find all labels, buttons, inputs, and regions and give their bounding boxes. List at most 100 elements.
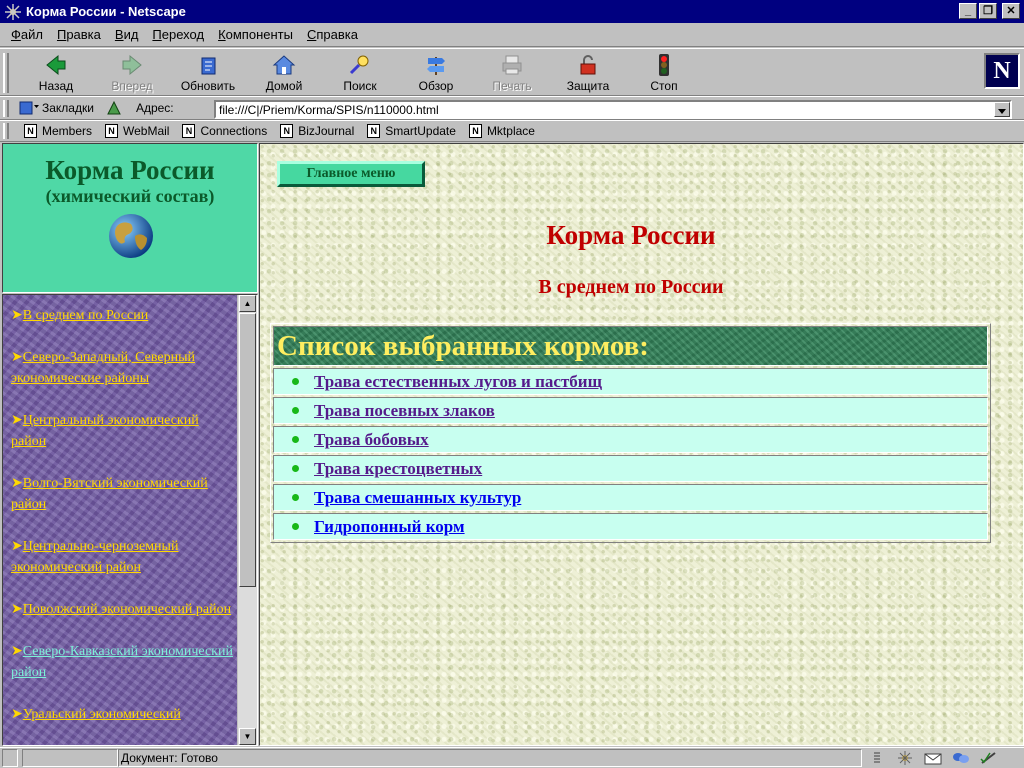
bookmark-bizjournal[interactable]: N BizJournal [280,124,354,138]
bookmark-webmail[interactable]: N WebMail [105,124,169,138]
bookmark-mktplace[interactable]: N Mktplace [468,124,535,138]
feed-link-sown-grasses[interactable]: Трава посевных злаков [314,401,495,421]
status-text: Документ: Готово [118,749,862,767]
mail-icon[interactable] [922,750,944,766]
scroll-thumb[interactable] [239,313,256,587]
bullet-icon [292,407,299,414]
navigation-toolbar: Назад Вперед Обновить Домой Поиск Обзор … [0,48,1024,96]
menu-communicator[interactable]: Компоненты [211,27,300,42]
netscape-app-icon[interactable] [4,3,22,21]
forward-arrow-icon [120,53,144,77]
page-title: Корма России [546,220,716,250]
address-url: file:///C|/Priem/Korma/SPIS/n110000.html [219,103,439,117]
main-menu-button[interactable]: Главное меню [277,161,425,187]
feed-row: Гидропонный корм [273,513,988,540]
home-button[interactable]: Домой [246,51,322,95]
back-button[interactable]: Назад [18,51,94,95]
arrow-bullet-icon: ➤ [11,476,23,491]
netscape-bookmark-icon: N [468,124,482,138]
main-content-frame: Главное меню Корма России В среднем по Р… [259,143,1024,746]
close-button[interactable]: ✕ [1002,3,1020,19]
arrow-bullet-icon: ➤ [11,413,23,428]
reload-icon [196,53,220,77]
search-button[interactable]: Поиск [322,51,398,95]
bookmark-members[interactable]: N Members [24,124,92,138]
bullet-icon [292,494,299,501]
feed-row: Трава посевных злаков [273,397,988,424]
bookmarks-button[interactable]: Закладки [42,101,94,115]
feed-link-mixed-crops[interactable]: Трава смешанных культур [314,488,521,508]
menu-go[interactable]: Переход [145,27,211,42]
browser-content: Корма России (химический состав) ➤В сред… [0,143,1024,746]
restore-icon: ❐ [983,4,993,17]
personal-toolbar: N Members N WebMail N Connections N BizJourn… [0,120,1024,142]
toolbar-grip[interactable] [3,53,9,93]
nav-link-volga-vyatka[interactable]: ➤Волго-Вятский экономический район [11,473,233,515]
restore-button[interactable]: ❐ [979,3,997,19]
guide-button[interactable]: Обзор [398,51,474,95]
nav-link-north-caucasus[interactable]: ➤Северо-Кавказский экономический район [11,641,233,683]
arrow-bullet-icon: ➤ [11,308,23,323]
stop-traffic-light-icon [652,53,676,77]
page-proxy-icon[interactable] [106,100,122,116]
nav-link-volga[interactable]: ➤Поволжский экономический район [11,599,233,620]
reload-button[interactable]: Обновить [170,51,246,95]
scroll-down-button[interactable]: ▼ [239,728,256,745]
composer-icon[interactable] [978,750,1000,766]
personal-grip[interactable] [3,123,9,139]
feed-list-header: Список выбранных кормов: [273,326,988,366]
search-icon [348,53,372,77]
bookmarks-icon[interactable] [18,99,40,117]
left-nav-scrollbar[interactable]: ▲ ▼ [237,295,257,745]
padlock-icon [576,53,600,77]
left-header-frame: Корма России (химический состав) [2,143,258,293]
feed-row: Трава смешанных культур [273,484,988,511]
stop-button[interactable]: Стоп [626,51,702,95]
address-field[interactable]: file:///C|/Priem/Korma/SPIS/n110000.html [214,100,1012,119]
title-bar: Корма России - Netscape _ ❐ ✕ [0,0,1024,23]
feed-link-natural-meadows[interactable]: Трава естественных лугов и пастбищ [314,372,602,392]
bookmark-smartupdate[interactable]: N SmartUpdate [367,124,456,138]
security-button[interactable]: Защита [550,51,626,95]
menu-view[interactable]: Вид [108,27,146,42]
menu-edit[interactable]: Правка [50,27,108,42]
printer-icon [500,53,524,77]
nav-link-russia-average[interactable]: ➤В среднем по России [11,305,233,326]
nav-link-central[interactable]: ➤Центральный экономический район [11,410,233,452]
bookmark-connections[interactable]: N Connections [182,124,267,138]
bullet-icon [292,523,299,530]
nav-link-ural[interactable]: ➤Уральский экономический [11,704,233,725]
menu-help[interactable]: Справка [300,27,365,42]
nav-link-northwest-north[interactable]: ➤Северо-Западный, Северный экономические… [11,347,233,389]
feed-link-cruciferous[interactable]: Трава крестоцветных [314,459,482,479]
nav-link-central-blackearth[interactable]: ➤Центрально-черноземный экономический ра… [11,536,233,578]
netscape-bookmark-icon: N [24,124,37,138]
feed-row: Трава крестоцветных [273,455,988,482]
forward-button[interactable]: Вперед [94,51,170,95]
minimize-button[interactable]: _ [959,3,977,19]
globe-icon [103,212,159,260]
menu-file[interactable]: Файл [4,27,50,42]
address-dropdown-button[interactable] [994,102,1010,117]
arrow-bullet-icon: ➤ [11,707,23,722]
scroll-up-button[interactable]: ▲ [239,295,256,312]
grip-lines-icon[interactable] [866,750,888,766]
feed-list-table: Список выбранных кормов: Трава естествен… [270,323,991,543]
discussion-icon[interactable] [950,750,972,766]
site-title: Корма России [45,155,215,185]
security-status-segment[interactable] [2,749,18,767]
arrow-bullet-icon: ➤ [11,539,23,554]
navigator-icon[interactable] [894,750,916,766]
location-grip[interactable] [3,100,9,117]
page-subtitle: В среднем по России [538,276,724,298]
netscape-logo[interactable]: N [984,53,1020,89]
print-button[interactable]: Печать [474,51,550,95]
triangle-up-icon: ▲ [243,299,252,308]
location-toolbar: Закладки Адрес: file:///C|/Priem/Korma/S… [0,96,1024,120]
chevron-down-icon [998,103,1006,117]
netscape-bookmark-icon: N [367,124,381,138]
feed-link-legumes[interactable]: Трава бобовых [314,430,429,450]
feed-link-hydroponic[interactable]: Гидропонный корм [314,517,465,537]
triangle-down-icon: ▼ [243,732,252,741]
window-controls: _ ❐ ✕ [959,3,1020,19]
